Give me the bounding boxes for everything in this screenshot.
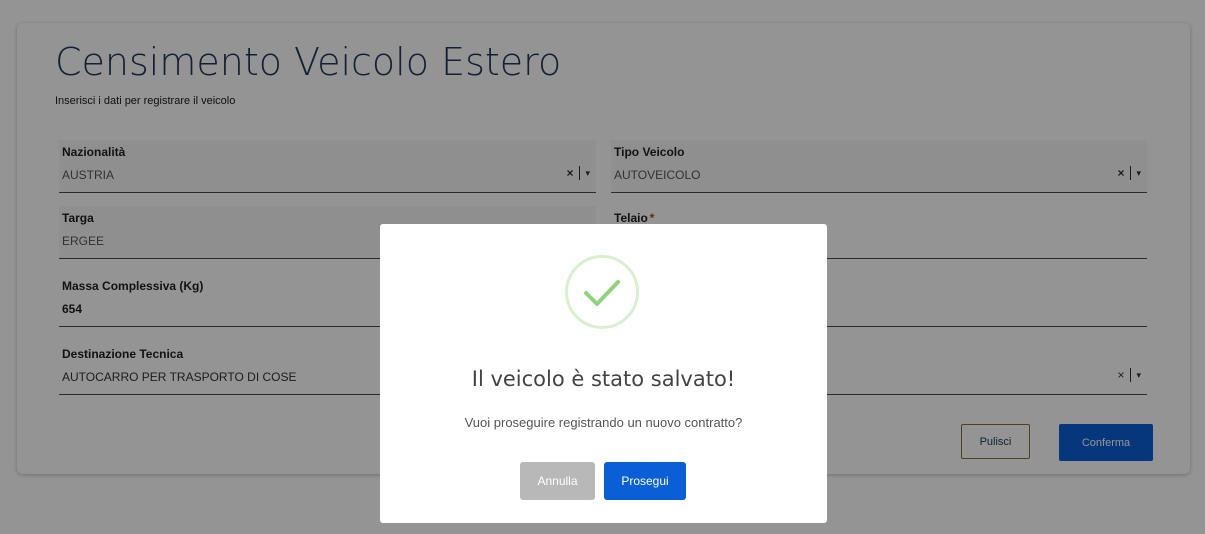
success-dialog: Il veicolo è stato salvato! Vuoi prosegu… <box>380 224 827 523</box>
check-icon <box>565 255 639 329</box>
dialog-message: Vuoi proseguire registrando un nuovo con… <box>464 415 743 430</box>
annulla-button[interactable]: Annulla <box>520 462 595 500</box>
prosegui-button[interactable]: Prosegui <box>604 462 686 500</box>
dialog-title: Il veicolo è stato salvato! <box>471 367 736 391</box>
